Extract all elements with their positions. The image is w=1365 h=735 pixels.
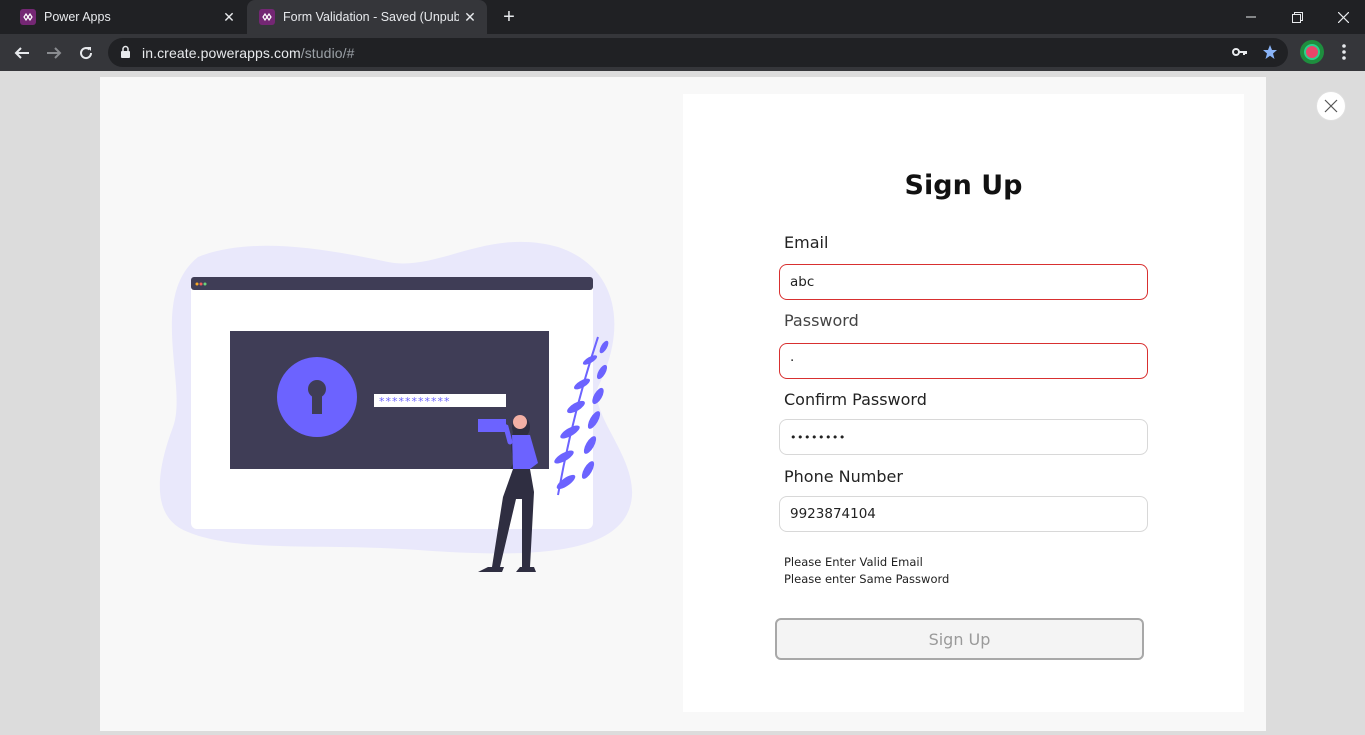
address-bar[interactable]: in.create.powerapps.com/studio/#	[108, 38, 1288, 67]
email-field[interactable]: abc	[779, 264, 1148, 300]
key-icon[interactable]	[1232, 45, 1248, 64]
email-error-text: Please Enter Valid Email	[784, 555, 923, 569]
password-error-text: Please enter Same Password	[784, 572, 950, 586]
url-path: /studio/#	[300, 45, 355, 61]
back-icon[interactable]	[8, 39, 36, 67]
new-tab-icon[interactable]: +	[498, 6, 520, 28]
confirm-password-label: Confirm Password	[784, 390, 927, 409]
lock-icon	[120, 45, 131, 64]
tab-power-apps[interactable]: Power Apps ✕	[8, 0, 246, 34]
phone-field[interactable]: 9923874104	[779, 496, 1148, 532]
signup-button[interactable]: Sign Up	[775, 618, 1144, 660]
close-icon[interactable]	[1316, 91, 1346, 121]
svg-text:***********: ***********	[379, 395, 451, 408]
confirm-password-field[interactable]: ••••••••	[779, 419, 1148, 455]
profile-avatar[interactable]	[1300, 40, 1324, 64]
app-canvas: *********** Sign Up Email abc Password ·…	[100, 77, 1266, 731]
tab-close-icon[interactable]: ✕	[218, 9, 240, 26]
browser-menu-icon[interactable]	[1334, 40, 1354, 64]
tab-title: Form Validation - Saved (Unpublished)	[283, 10, 459, 24]
password-label: Password	[784, 311, 859, 330]
form-title: Sign Up	[904, 170, 1023, 201]
restore-icon[interactable]	[1274, 0, 1320, 34]
browser-tabstrip: Power Apps ✕ Form Validation - Saved (Un…	[0, 0, 1365, 34]
tab-title: Power Apps	[44, 10, 111, 24]
window-close-icon[interactable]	[1320, 0, 1365, 34]
url-text: in.create.powerapps.com/studio/#	[142, 45, 355, 61]
tab-close-icon[interactable]: ✕	[459, 9, 481, 26]
email-label: Email	[784, 233, 829, 252]
powerapps-icon	[20, 9, 36, 25]
reload-icon[interactable]	[72, 39, 100, 67]
password-field[interactable]: ·	[779, 343, 1148, 379]
powerapps-icon	[259, 9, 275, 25]
validation-errors: Please Enter Valid Email Please enter Sa…	[784, 554, 949, 588]
bookmark-star-icon[interactable]	[1262, 44, 1278, 65]
forward-icon[interactable]	[40, 39, 68, 67]
phone-label: Phone Number	[784, 467, 903, 486]
security-login-illustration: ***********	[159, 241, 633, 572]
signup-card: Sign Up Email abc Password · Confirm Pas…	[683, 94, 1244, 712]
browser-toolbar: in.create.powerapps.com/studio/#	[0, 34, 1365, 71]
url-host: in.create.powerapps.com	[142, 45, 301, 61]
tab-form-validation[interactable]: Form Validation - Saved (Unpublished) ✕	[247, 0, 487, 34]
minimize-icon[interactable]	[1228, 0, 1274, 34]
